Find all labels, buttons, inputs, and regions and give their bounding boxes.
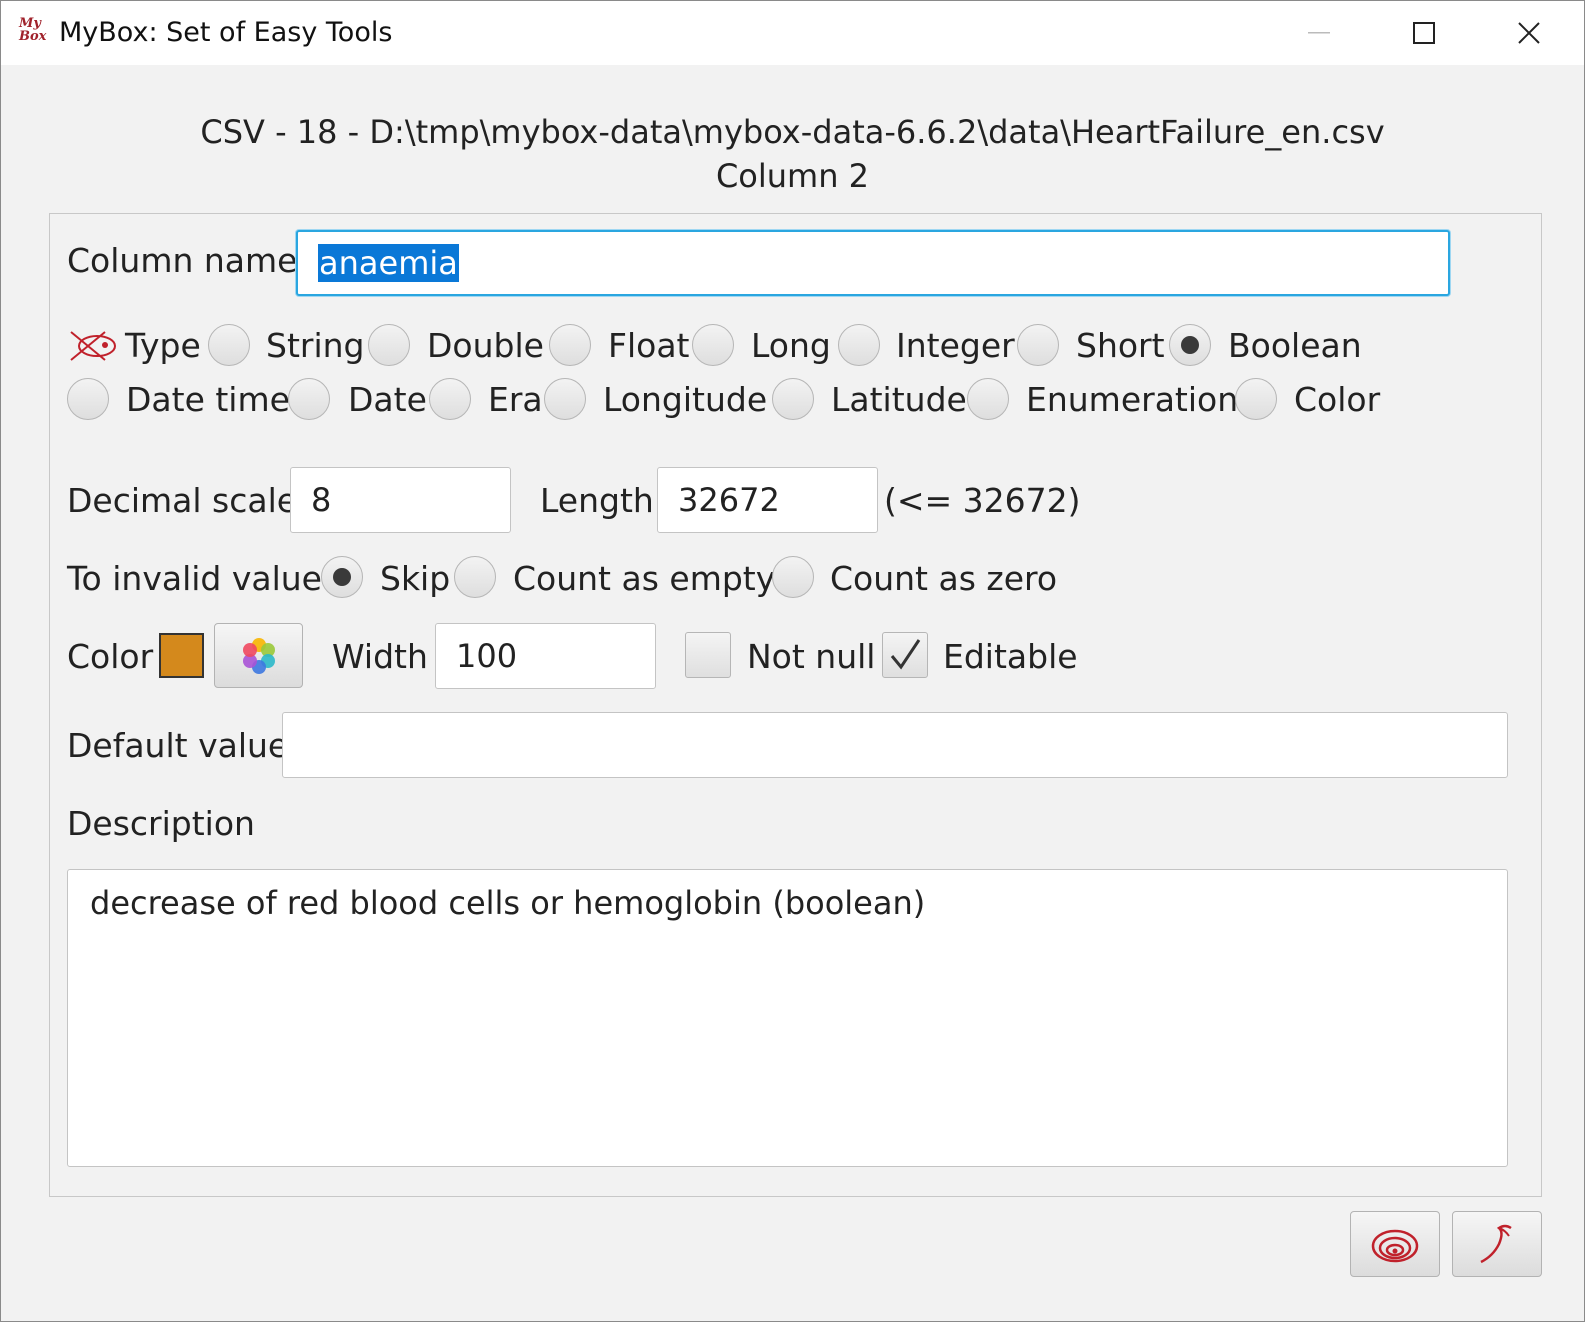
color-swatch[interactable] bbox=[159, 633, 204, 678]
invalid-option-count-empty-label: Count as empty bbox=[513, 559, 776, 598]
length-input[interactable]: 32672 bbox=[657, 467, 878, 533]
color-label: Color bbox=[67, 637, 154, 676]
type-option-enumeration-label: Enumeration bbox=[1026, 380, 1239, 419]
maximize-button[interactable] bbox=[1394, 11, 1454, 55]
decimal-scale-label: Decimal scale bbox=[67, 481, 298, 520]
type-option-color-label: Color bbox=[1294, 380, 1381, 419]
not-null-label: Not null bbox=[747, 637, 876, 676]
type-option-date-label: Date bbox=[348, 380, 427, 419]
type-option-integer-label: Integer bbox=[896, 326, 1015, 365]
minimize-button[interactable] bbox=[1289, 11, 1349, 55]
type-option-latitude-label: Latitude bbox=[831, 380, 967, 419]
window-title: MyBox: Set of Easy Tools bbox=[59, 17, 393, 48]
decimal-scale-input[interactable]: 8 bbox=[290, 467, 511, 533]
type-radio-enumeration[interactable] bbox=[967, 378, 1009, 420]
invalid-radio-count-empty[interactable] bbox=[454, 556, 496, 598]
type-radio-short[interactable] bbox=[1017, 324, 1059, 366]
maximize-icon bbox=[1413, 22, 1435, 44]
type-label: Type bbox=[125, 326, 201, 365]
description-text: decrease of red blood cells or hemoglobi… bbox=[90, 884, 926, 922]
title-bar[interactable]: My Box MyBox: Set of Easy Tools bbox=[1, 1, 1584, 65]
type-radio-integer[interactable] bbox=[838, 324, 880, 366]
type-option-double-label: Double bbox=[427, 326, 544, 365]
column-name-label: Column name bbox=[67, 241, 298, 280]
type-option-datetime-label: Date time bbox=[126, 380, 290, 419]
type-option-long-label: Long bbox=[751, 326, 831, 365]
minimize-icon bbox=[1308, 32, 1330, 34]
file-path-heading: CSV - 18 - D:\tmp\mybox-data\mybox-data-… bbox=[200, 113, 1385, 151]
checkmark-icon bbox=[890, 639, 921, 670]
length-value: 32672 bbox=[678, 481, 780, 519]
type-radio-long[interactable] bbox=[692, 324, 734, 366]
width-value: 100 bbox=[456, 637, 518, 675]
type-radio-string[interactable] bbox=[208, 324, 250, 366]
type-radio-datetime[interactable] bbox=[67, 378, 109, 420]
type-radio-era[interactable] bbox=[429, 378, 471, 420]
column-attributes-panel: Column name anaemia Type String Double F… bbox=[49, 213, 1542, 1197]
tips-icon[interactable] bbox=[67, 326, 119, 366]
length-label: Length bbox=[540, 481, 654, 520]
editable-label: Editable bbox=[943, 637, 1078, 676]
type-radio-longitude[interactable] bbox=[544, 378, 586, 420]
ok-spiral-icon bbox=[1371, 1229, 1419, 1263]
invalid-value-label: To invalid value bbox=[67, 559, 322, 598]
type-option-boolean-label: Boolean bbox=[1228, 326, 1362, 365]
invalid-radio-count-zero[interactable] bbox=[772, 556, 814, 598]
type-radio-double[interactable] bbox=[368, 324, 410, 366]
width-input[interactable]: 100 bbox=[435, 623, 656, 689]
column-name-value: anaemia bbox=[318, 244, 459, 282]
type-radio-date[interactable] bbox=[288, 378, 330, 420]
close-icon bbox=[1518, 22, 1540, 44]
type-radio-color[interactable] bbox=[1235, 378, 1277, 420]
type-option-short-label: Short bbox=[1076, 326, 1165, 365]
decimal-scale-value: 8 bbox=[311, 481, 332, 519]
type-radio-boolean[interactable] bbox=[1169, 324, 1211, 366]
description-label: Description bbox=[67, 804, 255, 843]
color-picker-button[interactable] bbox=[214, 623, 303, 688]
type-option-longitude-label: Longitude bbox=[603, 380, 768, 419]
column-heading: Column 2 bbox=[715, 157, 870, 195]
invalid-option-count-zero-label: Count as zero bbox=[830, 559, 1058, 598]
type-option-float-label: Float bbox=[608, 326, 690, 365]
invalid-radio-skip[interactable] bbox=[321, 556, 363, 598]
close-button[interactable] bbox=[1499, 11, 1559, 55]
dialog-window: My Box MyBox: Set of Easy Tools CSV - 18… bbox=[0, 0, 1585, 1322]
editable-checkbox[interactable] bbox=[882, 632, 928, 678]
default-value-label: Default value bbox=[67, 726, 289, 765]
invalid-option-skip-label: Skip bbox=[380, 559, 451, 598]
description-textarea[interactable]: decrease of red blood cells or hemoglobi… bbox=[67, 869, 1508, 1167]
type-radio-latitude[interactable] bbox=[772, 378, 814, 420]
type-option-string-label: String bbox=[266, 326, 365, 365]
cancel-button[interactable] bbox=[1452, 1211, 1542, 1277]
color-palette-icon bbox=[242, 637, 275, 674]
type-radio-float[interactable] bbox=[549, 324, 591, 366]
ok-button[interactable] bbox=[1350, 1211, 1440, 1277]
length-hint: (<= 32672) bbox=[884, 481, 1081, 520]
column-name-input[interactable]: anaemia bbox=[296, 230, 1450, 296]
mybox-logo-icon: My Box bbox=[19, 17, 51, 49]
logo-text: My Box bbox=[19, 16, 47, 44]
cancel-hook-icon bbox=[1480, 1224, 1512, 1264]
type-option-era-label: Era bbox=[488, 380, 543, 419]
not-null-checkbox[interactable] bbox=[685, 632, 731, 678]
default-value-input[interactable] bbox=[282, 712, 1508, 778]
width-label: Width bbox=[332, 637, 428, 676]
